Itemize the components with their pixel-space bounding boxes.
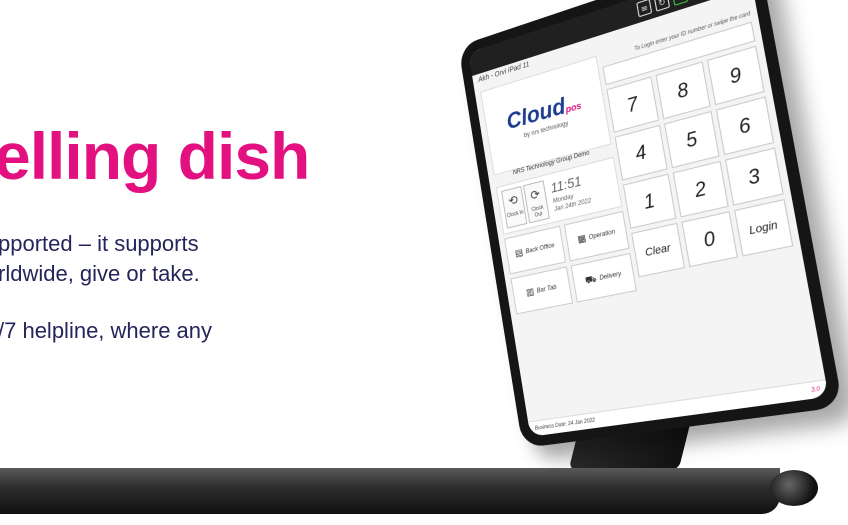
clock-out-button[interactable]: ⟳ Clock Out xyxy=(522,180,550,224)
key-4[interactable]: 4 xyxy=(614,124,668,181)
key-9[interactable]: 9 xyxy=(706,45,765,106)
key-3[interactable]: 3 xyxy=(724,147,784,206)
bar-tab-button[interactable]: ▥ Bar Tab xyxy=(510,266,573,315)
headline: elling dish xyxy=(0,119,310,193)
keyboard-hinge xyxy=(770,470,818,506)
support-line-1: /7 helpline, where any xyxy=(0,318,213,343)
back-office-button[interactable]: ▤ Back Office xyxy=(504,225,567,275)
bar-tab-label: Bar Tab xyxy=(536,284,558,295)
clear-button[interactable]: Clear xyxy=(631,222,686,278)
monitor-icon[interactable]: ▭ xyxy=(671,0,689,6)
operation-label: Operation xyxy=(588,229,616,242)
delivery-icon: ⛟ xyxy=(584,273,598,287)
bar-tab-icon: ▥ xyxy=(525,287,535,299)
key-2[interactable]: 2 xyxy=(672,160,729,218)
logo-suffix: pos xyxy=(564,100,583,115)
numeric-keypad: 7 8 9 4 5 6 1 2 3 Clear 0 Login xyxy=(606,45,794,278)
back-office-label: Back Office xyxy=(525,242,556,256)
pos-screen: ≡ ↻ ▭ ◌ → Akh - Orvi iPad 11 Cloudpos by… xyxy=(468,0,829,437)
tablet-device: ≡ ↻ ▭ ◌ → Akh - Orvi iPad 11 Cloudpos by… xyxy=(458,0,844,449)
clipboard-icon[interactable]: ≡ xyxy=(636,0,653,18)
business-date: Business Date: 24 Jan 2022 xyxy=(534,417,596,432)
back-office-icon: ▤ xyxy=(514,247,524,260)
key-6[interactable]: 6 xyxy=(715,96,775,156)
current-time: 11:51 xyxy=(549,172,583,196)
key-5[interactable]: 5 xyxy=(664,110,720,169)
operation-button[interactable]: ▦ Operation xyxy=(563,210,630,262)
key-8[interactable]: 8 xyxy=(655,61,711,120)
key-1[interactable]: 1 xyxy=(622,173,677,229)
keyboard-base xyxy=(0,468,780,514)
delivery-label: Delivery xyxy=(599,271,622,282)
operation-icon: ▦ xyxy=(576,233,587,246)
login-button[interactable]: Login xyxy=(734,198,794,257)
key-7[interactable]: 7 xyxy=(606,76,660,133)
delivery-button[interactable]: ⛟ Delivery xyxy=(570,252,637,303)
refresh-icon[interactable]: ↻ xyxy=(653,0,671,12)
feature-line-2: rldwide, give or take. xyxy=(0,261,200,286)
feature-paragraph: pported – it supports rldwide, give or t… xyxy=(0,229,200,289)
app-version: 3.0 xyxy=(810,386,821,395)
key-0[interactable]: 0 xyxy=(681,211,738,268)
feature-line-1: pported – it supports xyxy=(0,231,199,256)
support-paragraph: /7 helpline, where any xyxy=(0,316,212,346)
